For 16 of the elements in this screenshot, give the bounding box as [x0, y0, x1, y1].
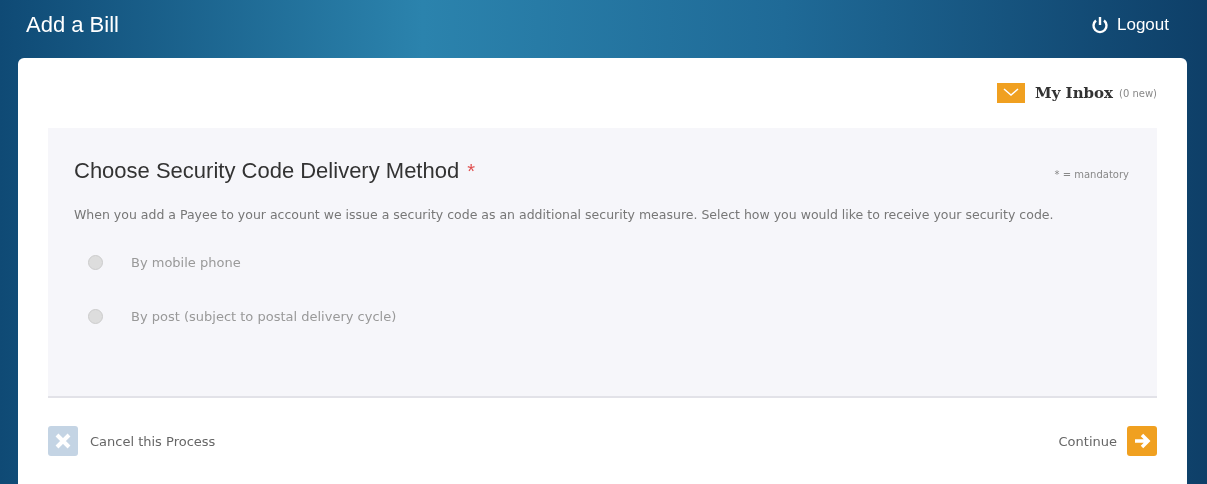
page-title: Add a Bill [26, 12, 119, 38]
continue-button[interactable]: Continue [1058, 426, 1157, 456]
inbox-link[interactable]: My Inbox [1035, 84, 1113, 102]
radio-button[interactable] [88, 254, 103, 270]
mail-icon[interactable] [997, 83, 1026, 103]
description-text: When you add a Payee to your account we issue a security code as an additional security measure. Select how you would like to receive your security code. [74, 206, 1055, 224]
cancel-link[interactable]: Cancel this Process [48, 426, 216, 456]
logout-link[interactable]: Logout [1091, 15, 1169, 35]
cross-icon [48, 426, 78, 456]
radio-button[interactable] [88, 308, 103, 324]
power-icon [1091, 16, 1109, 34]
mandatory-note: * = mandatory [1054, 169, 1129, 180]
inbox-count: (0 new) [1119, 87, 1157, 99]
required-mark: * [467, 160, 475, 183]
section-title: Choose Security Code Delivery Method [74, 158, 460, 184]
arrow-right-icon [1127, 426, 1157, 456]
